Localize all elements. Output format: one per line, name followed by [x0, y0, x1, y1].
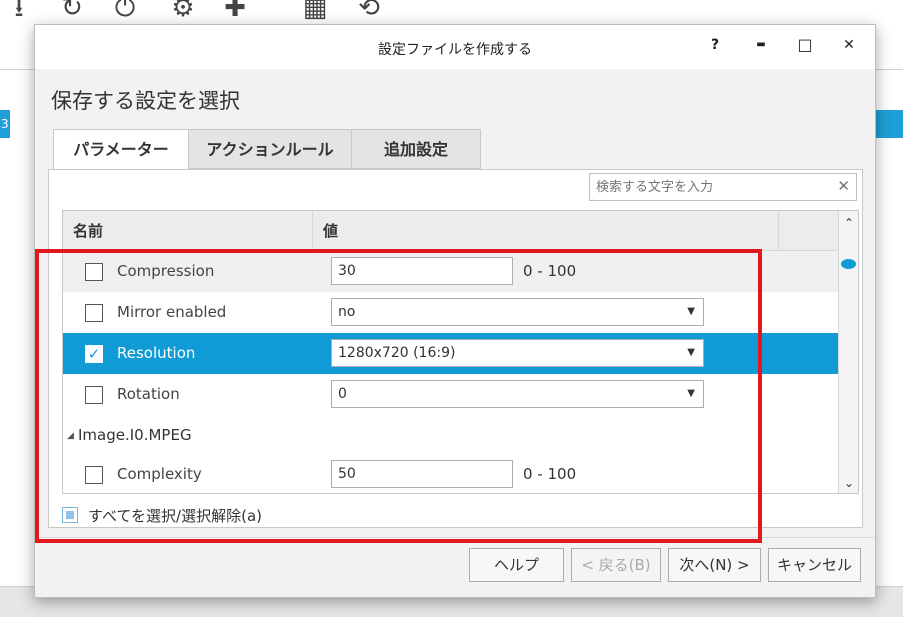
select-all-label[interactable]: すべてを選択/選択解除(a) — [88, 505, 262, 526]
refresh-clock-icon[interactable]: ↻ — [55, 0, 89, 22]
parameter-name: Resolution — [117, 344, 196, 362]
indeterminate-mark — [66, 511, 74, 519]
table-row[interactable]: Compression 30 0 - 100 — [63, 251, 839, 292]
complexity-value: 50 — [338, 466, 356, 482]
vertical-scrollbar[interactable]: ⌃ ⌄ — [838, 211, 858, 493]
background-row-label: 3 — [1, 117, 9, 131]
mirror-enabled-select[interactable]: no ▼ — [331, 298, 704, 326]
close-icon[interactable]: ✕ — [835, 33, 863, 57]
row-checkbox[interactable] — [85, 304, 103, 322]
compression-input[interactable]: 30 — [331, 257, 513, 285]
parameter-name: Compression — [117, 262, 215, 280]
background-selected-row-right — [873, 110, 903, 138]
scroll-up-icon[interactable]: ⌃ — [839, 213, 858, 233]
tab-action-rules[interactable]: アクションルール — [188, 129, 352, 169]
row-checkbox-checked[interactable]: ✓ — [85, 345, 103, 363]
scroll-down-icon[interactable]: ⌄ — [839, 473, 858, 493]
tab-parameters[interactable]: パラメーター — [53, 129, 189, 171]
background-toolbar: ⭳ ↻ ⏻ ⚙ ✚ ▦ ⟲ — [0, 0, 903, 24]
row-checkbox[interactable] — [85, 386, 103, 404]
value-range: 0 - 100 — [523, 262, 577, 280]
select-all-checkbox[interactable] — [62, 507, 78, 523]
table-row[interactable]: Rotation 0 ▼ — [63, 374, 839, 415]
chevron-down-icon: ▼ — [687, 347, 695, 358]
table-row[interactable]: ✓ Resolution 1280x720 (16:9) ▼ — [63, 333, 839, 374]
column-header-name[interactable]: 名前 — [63, 211, 313, 251]
back-button[interactable]: < 戻る(B) — [571, 548, 661, 582]
background-selected-row-left: 3 — [0, 110, 10, 138]
create-config-dialog: 設定ファイルを作成する ? ▬ □ ✕ 保存する設定を選択 パラメーター アクシ… — [34, 24, 876, 598]
complexity-input[interactable]: 50 — [331, 460, 513, 488]
parameter-name: Rotation — [117, 385, 180, 403]
chevron-down-icon: ▼ — [687, 306, 695, 317]
value-range: 0 - 100 — [523, 465, 577, 483]
footer-divider — [35, 537, 875, 538]
grid-header: 名前 値 — [63, 211, 839, 251]
screen: ⭳ ↻ ⏻ ⚙ ✚ ▦ ⟲ 3 設定ファイルを作成する ? ▬ □ ✕ 保存する… — [0, 0, 903, 617]
parameter-grid: 名前 値 Compression 30 0 - 100 Mirror enabl… — [62, 210, 859, 494]
dialog-heading: 保存する設定を選択 — [51, 89, 240, 113]
help-icon[interactable]: ? — [701, 33, 729, 57]
resolution-value: 1280x720 (16:9) — [338, 345, 456, 361]
column-header-value[interactable]: 値 — [313, 211, 779, 251]
row-checkbox[interactable] — [85, 466, 103, 484]
scroll-thumb[interactable] — [841, 259, 856, 269]
grid-rows: Compression 30 0 - 100 Mirror enabled no… — [63, 251, 839, 493]
tab-additional-settings[interactable]: 追加設定 — [351, 129, 481, 169]
check-icon: ✓ — [87, 345, 101, 363]
power-icon[interactable]: ⏻ — [108, 0, 142, 22]
parameter-name: Complexity — [117, 465, 202, 483]
cancel-button[interactable]: キャンセル — [768, 548, 861, 582]
row-checkbox[interactable] — [85, 263, 103, 281]
search-box[interactable]: ✕ — [589, 173, 857, 201]
search-input[interactable] — [590, 174, 820, 200]
table-row[interactable]: Complexity 50 0 - 100 — [63, 454, 839, 493]
download-icon[interactable]: ⭳ — [2, 0, 36, 22]
minimize-icon[interactable]: ▬ — [747, 33, 775, 57]
mirror-enabled-value: no — [338, 304, 356, 320]
parameter-name: Mirror enabled — [117, 303, 227, 321]
table-row[interactable]: Mirror enabled no ▼ — [63, 292, 839, 333]
maximize-icon[interactable]: □ — [791, 33, 819, 57]
group-header[interactable]: ◢ Image.I0.MPEG — [63, 421, 839, 453]
rotation-select[interactable]: 0 ▼ — [331, 380, 704, 408]
rotation-value: 0 — [338, 386, 347, 402]
plugin-icon[interactable]: ✚ — [218, 0, 252, 22]
film-icon[interactable]: ▦ — [298, 0, 332, 22]
dialog-titlebar[interactable]: 設定ファイルを作成する ? ▬ □ ✕ — [35, 25, 875, 69]
collapse-triangle-icon[interactable]: ◢ — [67, 431, 74, 441]
clear-search-icon[interactable]: ✕ — [837, 177, 850, 195]
adjust-icon[interactable]: ⚙ — [166, 0, 200, 22]
sync-icon[interactable]: ⟲ — [352, 0, 386, 22]
resolution-select[interactable]: 1280x720 (16:9) ▼ — [331, 339, 704, 367]
compression-value: 30 — [338, 263, 356, 279]
chevron-down-icon: ▼ — [687, 388, 695, 399]
help-button[interactable]: ヘルプ — [469, 548, 564, 582]
group-name: Image.I0.MPEG — [78, 426, 192, 444]
next-button[interactable]: 次へ(N) > — [668, 548, 761, 582]
parameters-panel: ✕ 名前 値 Compression 30 0 - 100 — [48, 169, 863, 528]
